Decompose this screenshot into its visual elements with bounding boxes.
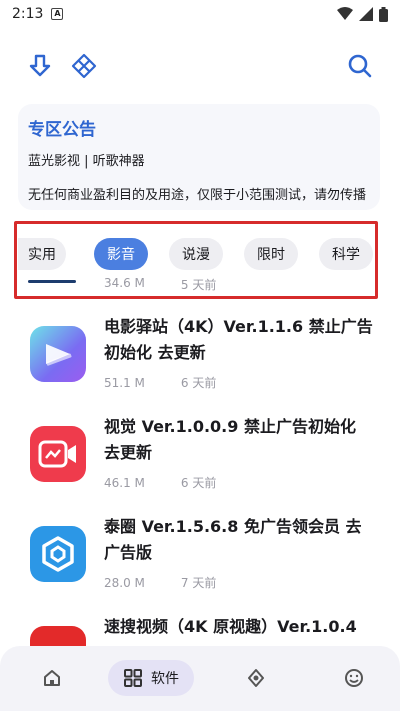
top-action-bar bbox=[0, 44, 400, 88]
bottom-navigation: 软件 bbox=[0, 646, 400, 711]
nav-software-label: 软件 bbox=[151, 671, 179, 687]
home-icon bbox=[44, 670, 60, 686]
notification-a-icon: A bbox=[51, 8, 64, 20]
app-date: 7 天前 bbox=[180, 576, 217, 590]
nav-discover[interactable] bbox=[238, 660, 274, 696]
video-camera-app-icon bbox=[30, 426, 86, 482]
announcement-title: 专区公告 bbox=[28, 120, 96, 140]
app-meta: 51.1 M 6 天前 bbox=[104, 374, 216, 391]
signal-icon bbox=[359, 7, 373, 21]
announcement-card: 专区公告 蓝光影视 | 听歌神器 无任何商业盈利目的及用途，仅限于小范围测试，请… bbox=[18, 104, 380, 210]
compass-icon bbox=[248, 669, 264, 687]
diamond-grid-icon bbox=[71, 53, 97, 79]
nav-profile[interactable] bbox=[336, 660, 372, 696]
grid-diamond-button[interactable] bbox=[70, 52, 98, 80]
film-app-icon bbox=[30, 326, 86, 382]
tabs-highlight-box bbox=[14, 221, 378, 299]
app-meta: 46.1 M 6 天前 bbox=[104, 474, 216, 491]
app-title: 泰圈 Ver.1.5.6.8 免广告领会员 去广告版 bbox=[104, 517, 362, 562]
list-item[interactable]: 视觉 Ver.1.0.0.9 禁止广告初始化 去更新 46.1 M 6 天前 bbox=[0, 414, 400, 514]
app-size: 46.1 M bbox=[104, 476, 145, 490]
status-icons bbox=[337, 6, 388, 22]
announcement-text: 无任何商业盈利目的及用途，仅限于小范围测试，请勿传播 bbox=[28, 188, 367, 203]
app-size: 51.1 M bbox=[104, 376, 145, 390]
download-icon bbox=[29, 54, 51, 77]
app-title: 电影驿站（4K）Ver.1.1.6 禁止广告初始化 去更新 bbox=[104, 317, 373, 362]
status-time: 2:13 bbox=[12, 6, 44, 22]
app-title: 速搜视频（4K 原视趣）Ver.1.0.4 bbox=[104, 617, 357, 636]
nav-software[interactable]: 软件 bbox=[108, 660, 194, 696]
hexagon-app-icon bbox=[30, 526, 86, 582]
battery-icon bbox=[379, 6, 388, 22]
list-item[interactable]: 泰圈 Ver.1.5.6.8 免广告领会员 去广告版 28.0 M 7 天前 bbox=[0, 514, 400, 614]
nav-home[interactable] bbox=[34, 660, 70, 696]
app-size: 28.0 M bbox=[104, 576, 145, 590]
search-button[interactable] bbox=[346, 52, 374, 80]
app-meta: 28.0 M 7 天前 bbox=[104, 574, 216, 591]
wifi-icon bbox=[337, 7, 353, 20]
app-date: 6 天前 bbox=[180, 376, 217, 390]
download-button[interactable] bbox=[26, 52, 54, 80]
list-item[interactable]: 电影驿站（4K）Ver.1.1.6 禁止广告初始化 去更新 51.1 M 6 天前 bbox=[0, 314, 400, 414]
search-icon bbox=[348, 54, 372, 78]
grid-icon bbox=[124, 669, 142, 687]
app-title: 视觉 Ver.1.0.0.9 禁止广告初始化 去更新 bbox=[104, 417, 356, 462]
announcement-subtitle: 蓝光影视 | 听歌神器 bbox=[28, 154, 145, 169]
smiley-icon bbox=[345, 669, 363, 687]
status-bar: 2:13 A bbox=[0, 0, 400, 28]
app-date: 6 天前 bbox=[180, 476, 217, 490]
